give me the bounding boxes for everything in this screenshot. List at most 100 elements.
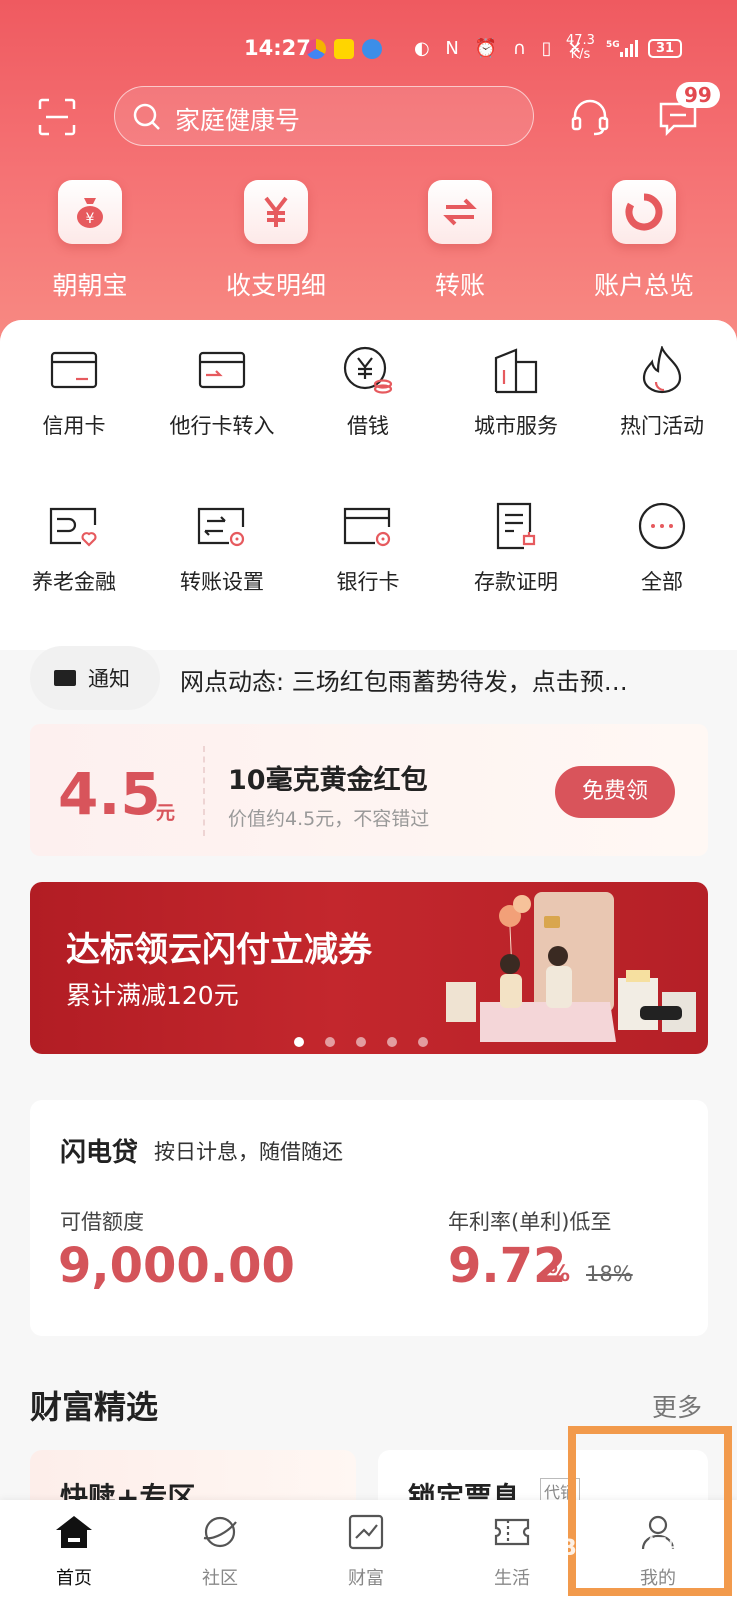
wealth-section-title: 财富精选 — [30, 1388, 159, 1426]
service-all[interactable]: 全部 — [588, 502, 736, 596]
service-label: 信用卡 — [42, 414, 106, 438]
quick-action-label: 转账 — [434, 271, 485, 300]
transfer-settings-icon — [196, 502, 248, 550]
loan-old-rate: 18% — [586, 1262, 633, 1286]
pension-card-icon — [48, 502, 100, 550]
banner-illustration — [446, 892, 696, 1042]
message-badge: 99 — [676, 82, 720, 108]
carousel-dot[interactable] — [294, 1037, 304, 1047]
service-deposit-certificate[interactable]: 存款证明 — [442, 502, 590, 596]
promo-banner[interactable]: 达标领云闪付立减券 累计满减120元 — [30, 882, 708, 1054]
carousel-dot[interactable] — [387, 1037, 397, 1047]
divider — [203, 746, 205, 836]
tab-life[interactable]: 生活 — [462, 1514, 562, 1590]
loan-title: 闪电贷 — [60, 1138, 139, 1168]
service-label: 热门活动 — [620, 414, 704, 438]
service-pension[interactable]: 养老金融 — [0, 502, 148, 596]
service-label: 转账设置 — [180, 570, 264, 594]
service-label: 借钱 — [347, 414, 389, 438]
annotation-highlight-box — [568, 1426, 732, 1596]
tab-home[interactable]: 首页 — [24, 1514, 124, 1590]
credit-card-icon — [48, 346, 100, 394]
gold-offer-subtitle: 价值约4.5元，不容错过 — [228, 808, 430, 830]
quick-action-label: 账户总览 — [593, 271, 694, 300]
battery-level: 31 — [648, 39, 682, 58]
quick-action-transfer[interactable]: 转账 — [390, 180, 530, 302]
status-time: 14:27 — [244, 36, 311, 60]
search-placeholder: 家庭健康号 — [175, 106, 301, 135]
loan-card[interactable]: 闪电贷 按日计息，随借随还 可借额度 9,000.00 年利率(单利)低至 9.… — [30, 1100, 708, 1336]
donut-chart-icon — [612, 180, 676, 244]
quick-action-zhaozhaobao[interactable]: ¥ 朝朝宝 — [20, 180, 160, 302]
service-label: 全部 — [641, 570, 683, 594]
banner-title: 达标领云闪付立减券 — [66, 930, 372, 970]
browser-app-icon — [362, 39, 382, 59]
signal-bars-icon — [620, 39, 642, 57]
service-card-transfer-in[interactable]: 他行卡转入 — [148, 346, 296, 440]
loan-limit-value: 9,000.00 — [58, 1238, 295, 1294]
customer-service-icon[interactable] — [570, 98, 610, 136]
carousel-indicator — [294, 1032, 449, 1051]
service-city[interactable]: 城市服务 — [442, 346, 590, 440]
notice-label: 通知 — [88, 667, 130, 691]
loan-rate-unit: % — [548, 1262, 571, 1287]
quick-action-transactions[interactable]: 收支明细 — [206, 180, 346, 302]
notice-badge[interactable]: 通知 — [30, 646, 160, 710]
city-building-icon — [490, 346, 542, 394]
wealth-more-link[interactable]: 更多 — [652, 1388, 702, 1424]
tab-label: 财富 — [348, 1568, 384, 1589]
service-label: 他行卡转入 — [169, 414, 275, 438]
watermark-logo: Bai du 经验 — [560, 1536, 690, 1561]
gold-offer-title: 10毫克黄金红包 — [228, 765, 428, 796]
tab-wealth[interactable]: 财富 — [316, 1514, 416, 1590]
service-label: 城市服务 — [474, 414, 558, 438]
tab-community[interactable]: 社区 — [170, 1514, 270, 1590]
app-notification-icon — [306, 39, 326, 59]
bank-card-icon — [342, 502, 394, 550]
gold-offer-card[interactable]: 4.5 元 10毫克黄金红包 价值约4.5元，不容错过 免费领 — [30, 724, 708, 856]
status-bar: 14:27 ◐ N ⏰ ∩ ▯ ✕ 47.3 K/s 5G 31 — [0, 34, 737, 64]
service-borrow[interactable]: 借钱 — [294, 346, 442, 440]
loan-rate-label: 年利率(单利)低至 — [448, 1210, 612, 1234]
card-transfer-in-icon — [196, 346, 248, 394]
quick-action-account-overview[interactable]: 账户总览 — [574, 180, 714, 302]
tab-label: 社区 — [202, 1568, 238, 1589]
service-credit-card[interactable]: 信用卡 — [0, 346, 148, 440]
gold-offer-amount: 4.5 — [58, 760, 161, 828]
network-speed: 47.3 K/s — [566, 33, 595, 62]
yen-icon — [244, 180, 308, 244]
home-icon — [56, 1516, 92, 1548]
service-label: 养老金融 — [32, 570, 116, 594]
claim-button[interactable]: 免费领 — [555, 766, 675, 818]
carousel-dot[interactable] — [325, 1037, 335, 1047]
yy-app-icon — [334, 39, 354, 59]
yen-coin-icon — [342, 346, 394, 394]
envelope-icon — [54, 670, 76, 686]
planet-icon — [203, 1516, 237, 1548]
network-type: 5G — [606, 40, 620, 50]
quick-action-label: 朝朝宝 — [52, 271, 128, 300]
loan-subtitle: 按日计息，随借随还 — [154, 1140, 343, 1164]
ticket-icon — [494, 1518, 530, 1546]
carousel-dot[interactable] — [418, 1037, 428, 1047]
more-dots-icon — [636, 502, 688, 550]
trend-chart-icon — [348, 1514, 384, 1550]
flame-icon — [636, 346, 688, 394]
transfer-arrows-icon — [428, 180, 492, 244]
money-bag-icon: ¥ — [58, 180, 122, 244]
system-status-icons: ◐ N ⏰ ∩ ▯ ✕ — [414, 38, 588, 59]
scan-icon[interactable] — [38, 98, 76, 136]
notice-text[interactable]: 网点动态: 三场红包雨蓄势待发，点击预… — [180, 662, 700, 697]
svg-text:¥: ¥ — [86, 211, 95, 227]
banner-subtitle: 累计满减120元 — [66, 981, 239, 1010]
service-transfer-settings[interactable]: 转账设置 — [148, 502, 296, 596]
gold-offer-unit: 元 — [156, 802, 176, 824]
loan-limit-label: 可借额度 — [60, 1210, 144, 1234]
carousel-dot[interactable] — [356, 1037, 366, 1047]
service-bank-card[interactable]: 银行卡 — [294, 502, 442, 596]
search-icon — [133, 103, 160, 130]
quick-action-label: 收支明细 — [225, 271, 326, 300]
tab-label: 生活 — [494, 1568, 530, 1589]
search-bar[interactable]: 家庭健康号 — [114, 86, 534, 146]
service-hot-events[interactable]: 热门活动 — [588, 346, 736, 440]
